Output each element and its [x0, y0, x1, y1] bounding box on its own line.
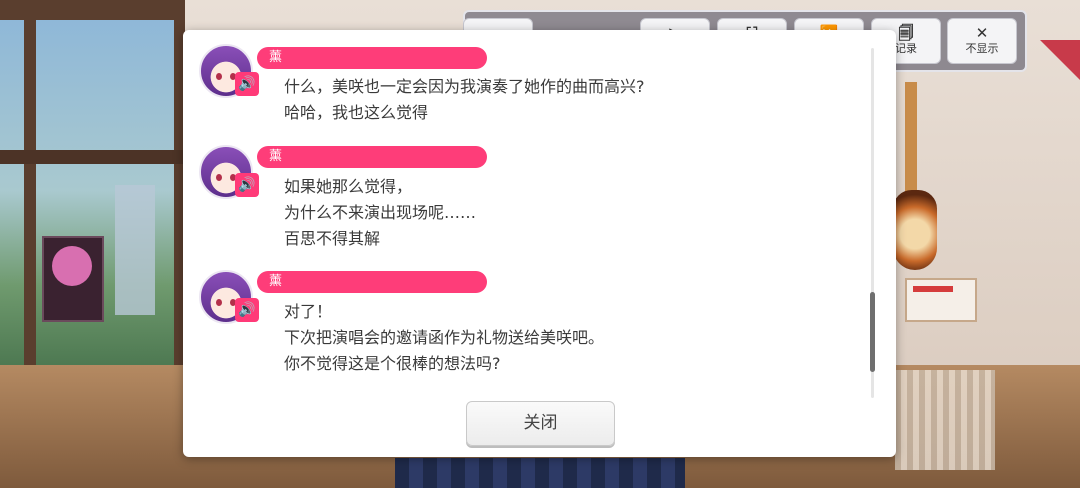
dialog-line: 为什么不来演出现场呢……	[284, 203, 477, 222]
speaker-name: 薰	[257, 146, 487, 168]
guitar-neck	[905, 82, 917, 197]
guitar	[893, 190, 937, 270]
close-icon: ✕	[975, 24, 989, 42]
dialog-line: 下次把演唱会的邀请函作为礼物送给美咲吧。	[284, 328, 605, 347]
dialog-line: 对了！	[284, 302, 333, 321]
close-button[interactable]: 关闭	[466, 401, 615, 446]
speaker-name: 薰	[257, 47, 487, 69]
dialog-line: 哈哈，我也这么觉得	[284, 103, 429, 122]
dialog-log-modal: 🔊 薰 什么，美咲也一定会因为我演奏了她作的曲而高兴? 哈哈，我也这么觉得 🔊 …	[183, 30, 896, 457]
speaker-name: 薰	[257, 271, 487, 293]
speaker-icon[interactable]: 🔊	[235, 298, 259, 322]
speaker-icon[interactable]: 🔊	[235, 173, 259, 197]
pennant-flag	[1040, 40, 1080, 80]
character-outfit	[395, 458, 685, 488]
dialog-log-list[interactable]: 🔊 薰 什么，美咲也一定会因为我演奏了她作的曲而高兴? 哈哈，我也这么觉得 🔊 …	[183, 30, 873, 400]
dialog-line: 百思不得其解	[284, 229, 381, 248]
toolbar-button-hide[interactable]: ✕ 不显示	[947, 18, 1017, 64]
dialog-line: 什么，美咲也一定会因为我演奏了她作的曲而高兴?	[284, 77, 645, 96]
scrollbar-thumb[interactable]	[870, 292, 875, 372]
party-night-poster	[42, 236, 104, 322]
dialog-line: 你不觉得这是个很棒的想法吗?	[284, 354, 501, 373]
speaker-icon[interactable]: 🔊	[235, 72, 259, 96]
display-shelf	[895, 370, 995, 470]
wall-sign	[905, 278, 977, 322]
dialog-line: 如果她那么觉得，	[284, 177, 413, 196]
window	[0, 0, 185, 410]
